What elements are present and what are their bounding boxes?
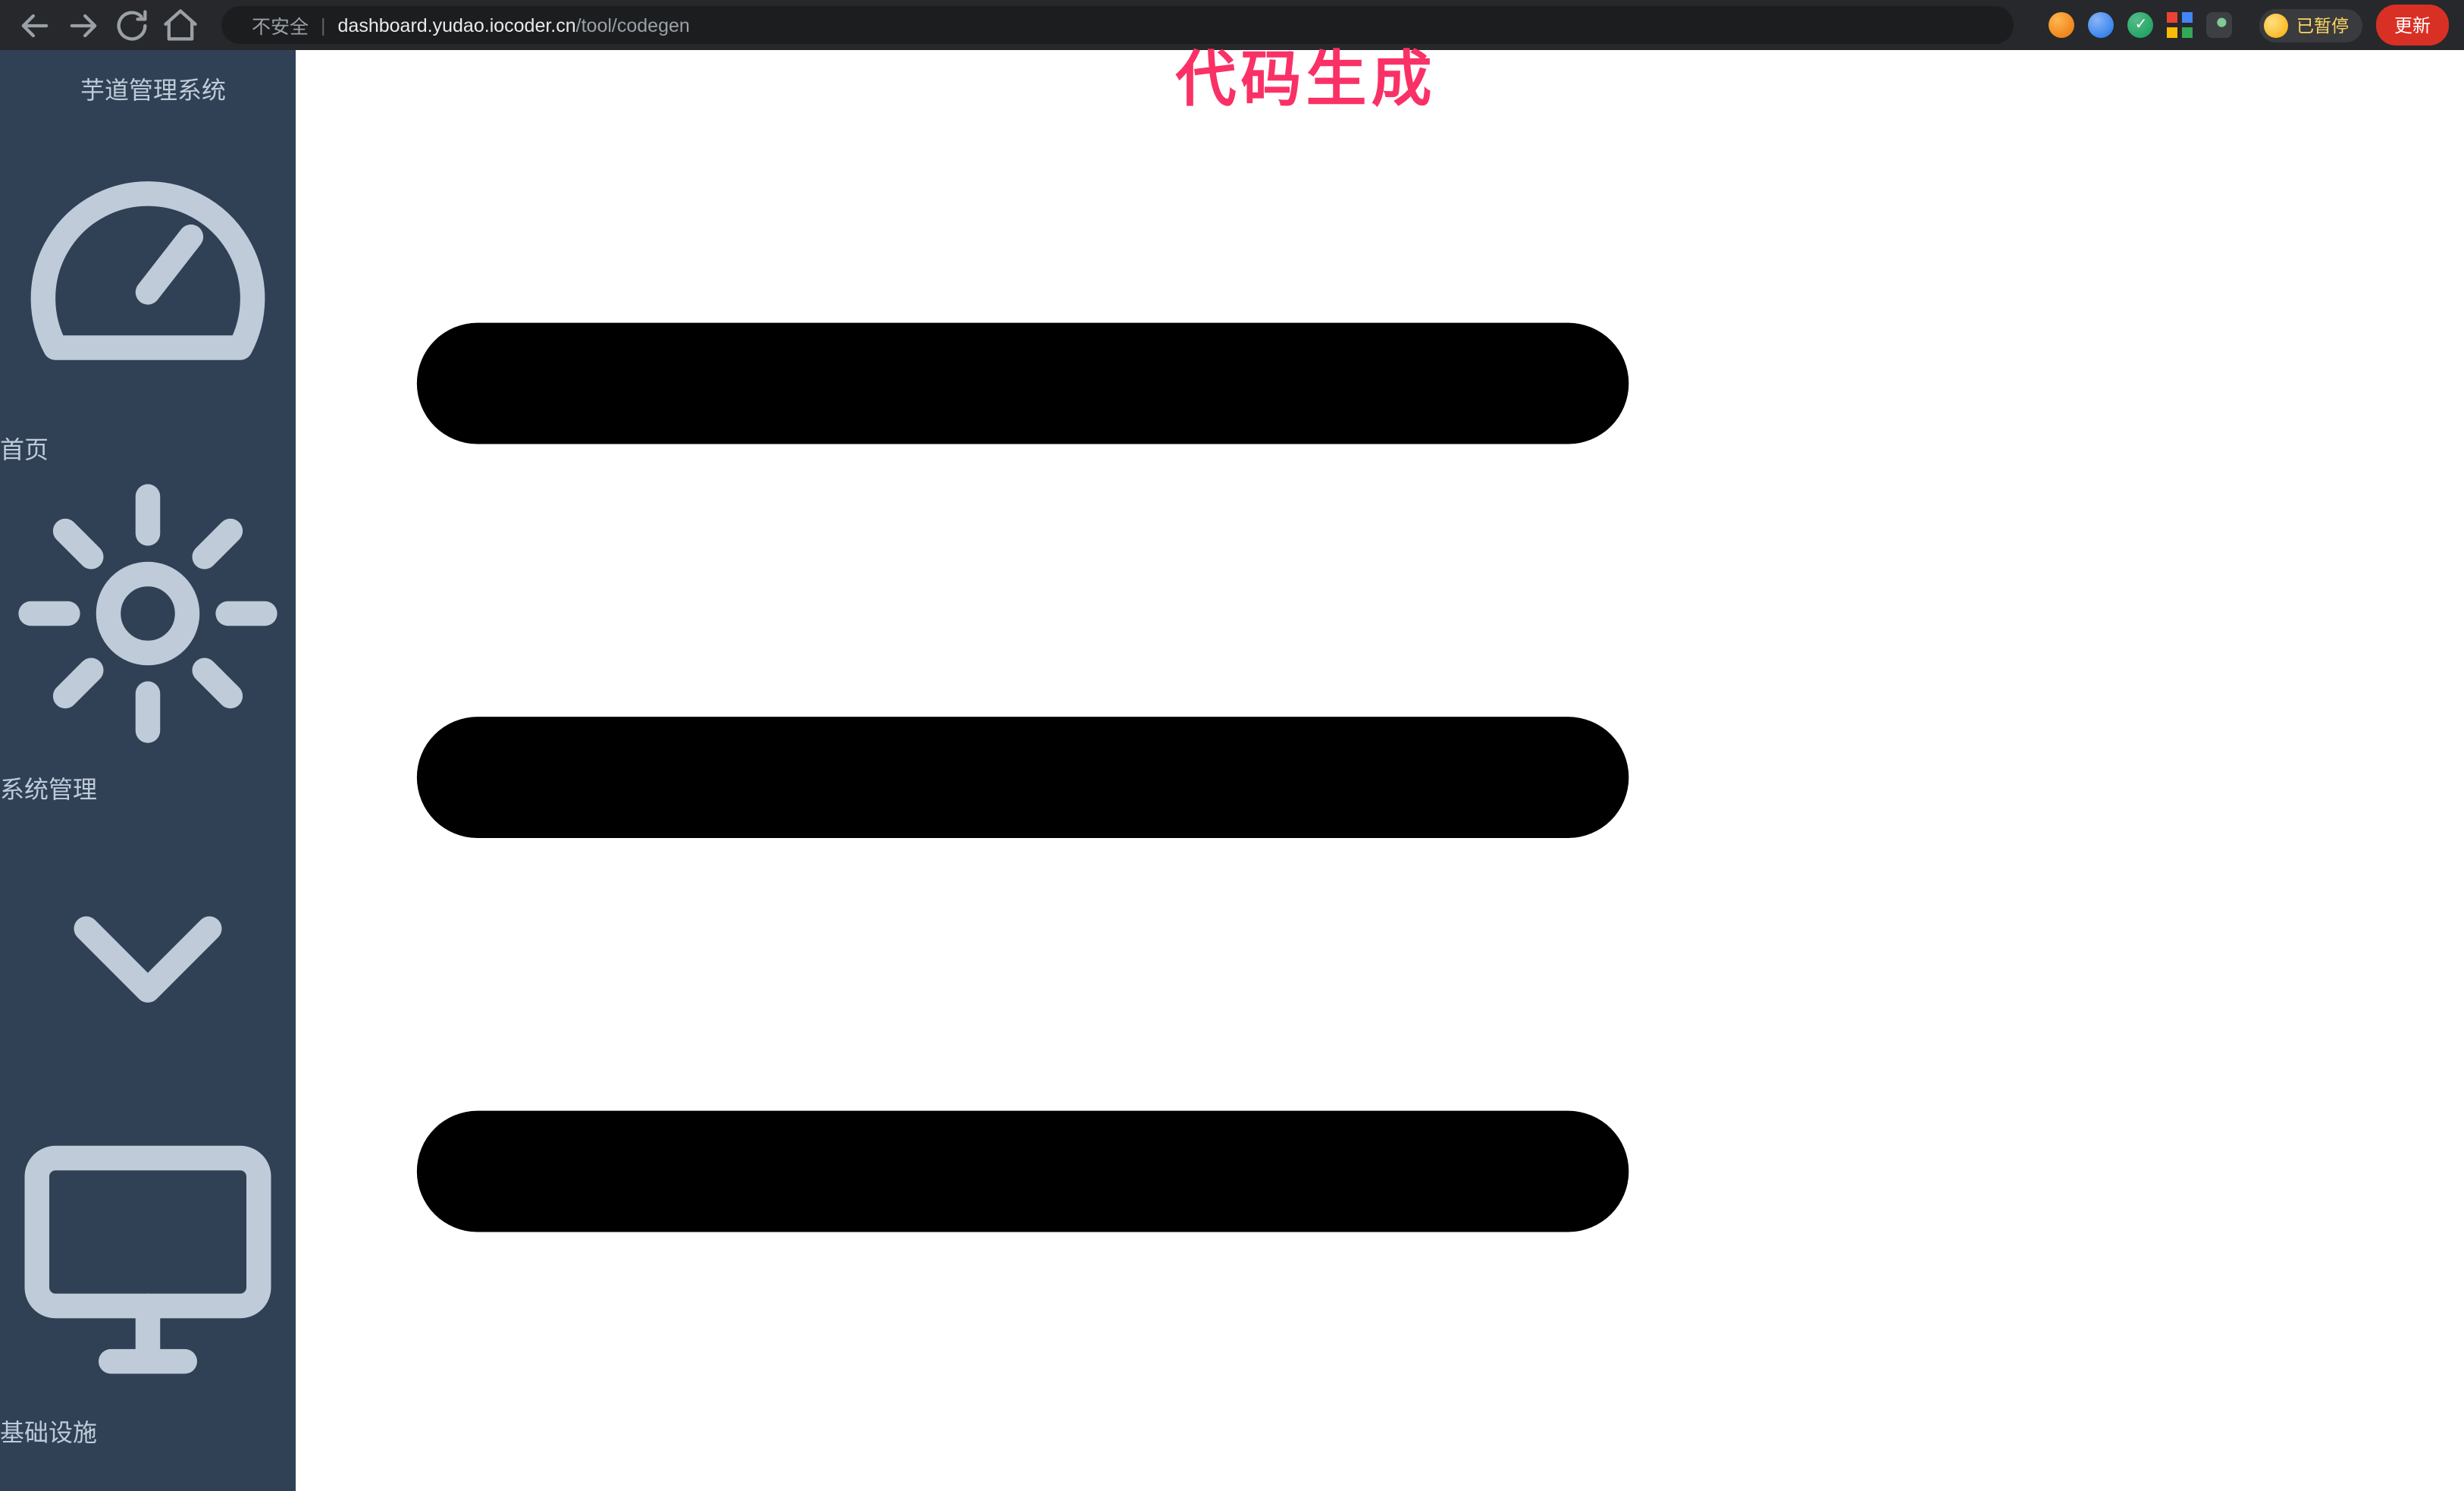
hamburger-icon[interactable] xyxy=(296,322,1750,1491)
reload-icon[interactable] xyxy=(112,5,152,45)
sidebar: 芋道管理系统 首页系统管理基础设施研发工具代码生成代码生成示例表单构建系统接口数… xyxy=(0,50,296,1491)
profile-paused-label: 已暂停 xyxy=(2296,17,2349,36)
app-title: 芋道管理系统 xyxy=(80,79,227,105)
sidebar-item-label: 首页 xyxy=(0,438,49,464)
extension-icon-grid[interactable] xyxy=(2167,12,2193,38)
profile-avatar-icon xyxy=(2264,13,2289,37)
infrastructure-icon xyxy=(0,1145,296,1411)
gear-icon xyxy=(0,484,296,767)
extension-icon-orange[interactable] xyxy=(2049,12,2075,38)
app: 芋道管理系统 首页系统管理基础设施研发工具代码生成代码生成示例表单构建系统接口数… xyxy=(0,50,2464,1491)
url-domain: dashboard.yudao.iocoder.cn xyxy=(337,14,576,36)
annotation-codegen: 代码生成 xyxy=(1175,47,1437,114)
browser-profile-badge[interactable]: 已暂停 xyxy=(2259,8,2362,42)
address-divider: | xyxy=(321,14,326,36)
back-icon[interactable] xyxy=(15,5,55,45)
extension-icon-dark[interactable] xyxy=(2206,12,2233,38)
sidebar-nav: 首页系统管理基础设施研发工具代码生成代码生成示例表单构建系统接口数据库文档 xyxy=(0,126,296,1491)
home-icon[interactable] xyxy=(161,5,200,45)
sidebar-item-home[interactable]: 首页 xyxy=(0,126,296,466)
dashboard-icon xyxy=(0,181,296,428)
extension-icon-green[interactable] xyxy=(2127,12,2154,38)
address-bar[interactable]: 不安全 | dashboard.yudao.iocoder.cn/tool/co… xyxy=(221,6,2014,63)
app-logo[interactable]: 芋道管理系统 xyxy=(0,50,296,126)
browser-actions: 已暂停 更新 xyxy=(2036,5,2449,64)
main-panel: 首页/研发工具/代码生成 tT 首页链路追踪×表单构建×代码生成示例×代码生成×… xyxy=(296,50,1750,1491)
sidebar-item-system-management[interactable]: 系统管理 xyxy=(0,466,296,1109)
screen: 不安全 | dashboard.yudao.iocoder.cn/tool/co… xyxy=(0,0,2464,1491)
forward-icon[interactable] xyxy=(64,5,103,45)
sidebar-item-infrastructure[interactable]: 基础设施 xyxy=(0,1109,296,1491)
logo-image xyxy=(21,65,67,111)
extension-icon-blue[interactable] xyxy=(2088,12,2114,38)
sidebar-item-label: 系统管理 xyxy=(0,778,98,804)
chevron-down-icon xyxy=(0,916,296,1107)
page-url: dashboard.yudao.iocoder.cn/tool/codegen xyxy=(338,14,690,36)
security-label[interactable]: 不安全 xyxy=(252,11,309,39)
sidebar-item-label: 基础设施 xyxy=(0,1421,98,1447)
browser-update-button[interactable]: 更新 xyxy=(2375,5,2449,46)
url-path: /tool/codegen xyxy=(575,14,690,36)
app-header: 首页/研发工具/代码生成 tT xyxy=(296,50,1750,1491)
